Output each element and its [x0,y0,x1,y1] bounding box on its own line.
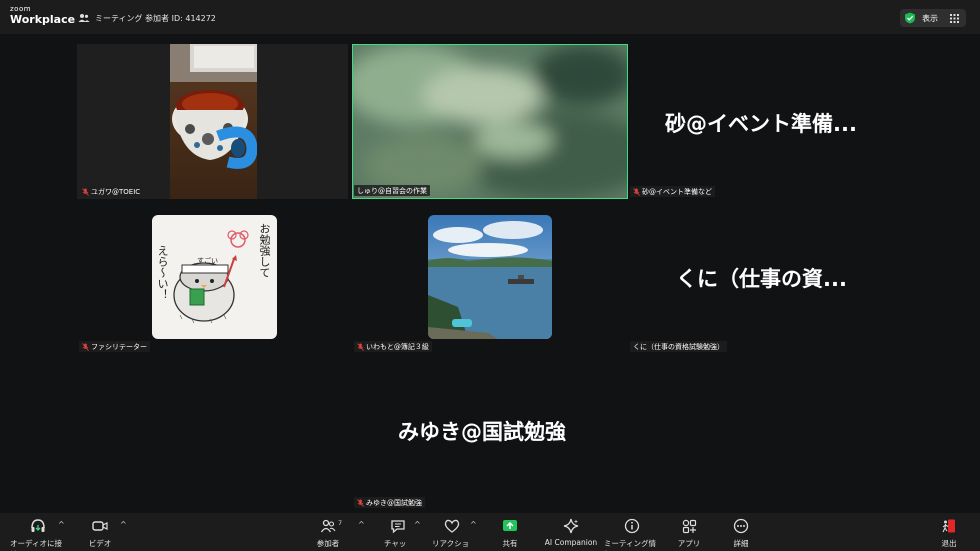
participant-name-tag: みゆき@国試勉強 [354,497,425,508]
blurred-video-image [353,45,627,198]
view-label: 表示 [922,13,938,23]
share-screen-button[interactable]: 共有 [497,518,523,549]
more-dots-icon [733,518,749,534]
participant-name: みゆき@国試勉強 [366,498,422,507]
video-stage: ユガワ@TOEIC しゅり@自習会の作業 砂@イベント準備... 砂@イベント準… [0,34,980,513]
participant-display-name: くに（仕事の資... [676,267,847,291]
sparkle-icon [563,518,579,534]
leave-button[interactable]: 退出 [936,518,962,549]
participant-name: ユガワ@TOEIC [91,187,141,196]
video-tile[interactable]: ユガワ@TOEIC [77,44,348,199]
harbor-photo-image [428,215,552,339]
apps-button[interactable]: アプリ [676,518,702,549]
top-bar: zoom Workplace ミーティング 参加者 ID: 414272 表示 [0,0,980,34]
logo-line2: Workplace [10,13,76,26]
sticker-head-text: すごい [197,257,218,265]
avatar-sticker-image: すごい お勉強して えら〜い！ [152,215,277,339]
more-button[interactable]: 詳細 [728,518,754,549]
leave-label: 退出 [941,539,957,548]
chat-options-caret[interactable]: ^ [414,520,421,529]
tea-cup-image [170,44,257,199]
reactions-button[interactable]: リアクション [432,518,472,551]
reactions-label: リアクション [432,539,470,551]
zoom-logo: zoom Workplace [10,5,76,26]
mic-muted-icon [633,187,640,196]
participant-name-tag: 砂@イベント準備など [630,186,715,197]
participant-name: しゅり@自習会の作業 [357,186,427,195]
sticker-text-left: えら〜い！ [156,245,169,300]
grid-icon [950,13,959,23]
participants-options-caret[interactable]: ^ [358,520,365,529]
participant-name-tag: しゅり@自習会の作業 [354,185,430,196]
heart-icon [444,519,460,533]
shield-icon [905,12,915,24]
participants-count: 7 [338,519,343,527]
chat-button[interactable]: チャット [384,518,412,551]
apps-label: アプリ [677,539,701,548]
sticker-text-right: お勉強して [258,223,271,278]
participant-display-name: 砂@イベント準備... [665,112,857,136]
video-tile[interactable]: くに（仕事の資... くに（仕事の資格試験勉強） [630,204,902,354]
participant-name-tag: ユガワ@TOEIC [79,186,144,197]
meeting-info-toolbar-button[interactable]: ミーティング情報 [604,518,660,551]
reactions-options-caret[interactable]: ^ [470,520,477,529]
video-options-caret[interactable]: ^ [120,520,127,529]
participant-name-tag: いわもと@簿記３級 [354,341,432,352]
video-tile[interactable]: みゆき@国試勉強 みゆき@国試勉強 [352,360,628,510]
logo-line1: zoom [10,5,32,13]
participants-label: 参加者 [316,539,340,548]
mic-muted-icon [357,498,364,507]
meeting-info-button[interactable]: ミーティング 参加者 ID: 414272 [78,11,216,25]
apps-icon [682,519,697,534]
meeting-toolbar: オーディオに接続 ^ ビデオ ^ 参加者 7 ^ チャット ^ リアクション ^… [0,513,980,551]
video-tile[interactable]: すごい お勉強して えら〜い！ ファシリテーター [77,204,348,354]
participant-name: 砂@イベント準備など [642,187,712,196]
ai-companion-button[interactable]: AI Companion [543,518,599,547]
mic-muted-icon [82,342,89,351]
headphones-icon [31,519,45,532]
participant-name: くに（仕事の資格試験勉強） [633,342,724,351]
video-button[interactable]: ビデオ [86,518,114,549]
participants-icon [78,14,90,22]
info-icon [624,518,640,534]
mic-muted-icon [357,342,364,351]
video-tile-active-speaker[interactable]: しゅり@自習会の作業 [352,44,628,199]
view-button[interactable]: 表示 [900,9,966,27]
chat-label: チャット [384,539,407,551]
share-label: 共有 [502,539,518,548]
leave-door-icon [942,519,955,533]
mic-muted-icon [82,187,89,196]
more-label: 詳細 [733,539,749,548]
participant-name: いわもと@簿記３級 [366,342,429,351]
people-icon [320,519,336,533]
video-tile[interactable]: いわもと@簿記３級 [352,204,628,354]
meeting-info-text: ミーティング 参加者 ID: 414272 [95,13,216,23]
participant-name-tag: ファシリテーター [79,341,150,352]
audio-options-caret[interactable]: ^ [58,520,65,529]
ai-companion-label: AI Companion [544,538,598,547]
video-label: ビデオ [88,539,112,548]
audio-label: オーディオに接続 [10,539,62,551]
video-tile[interactable]: 砂@イベント準備... 砂@イベント準備など [630,44,902,199]
share-arrow-icon [503,520,517,531]
participant-name-tag: くに（仕事の資格試験勉強） [630,341,727,352]
chat-bubble-icon [391,520,405,534]
participant-display-name: みゆき@国試勉強 [398,420,566,444]
participant-name: ファシリテーター [91,342,147,351]
meeting-info-label: ミーティング情報 [604,539,657,551]
video-camera-icon [92,521,108,531]
